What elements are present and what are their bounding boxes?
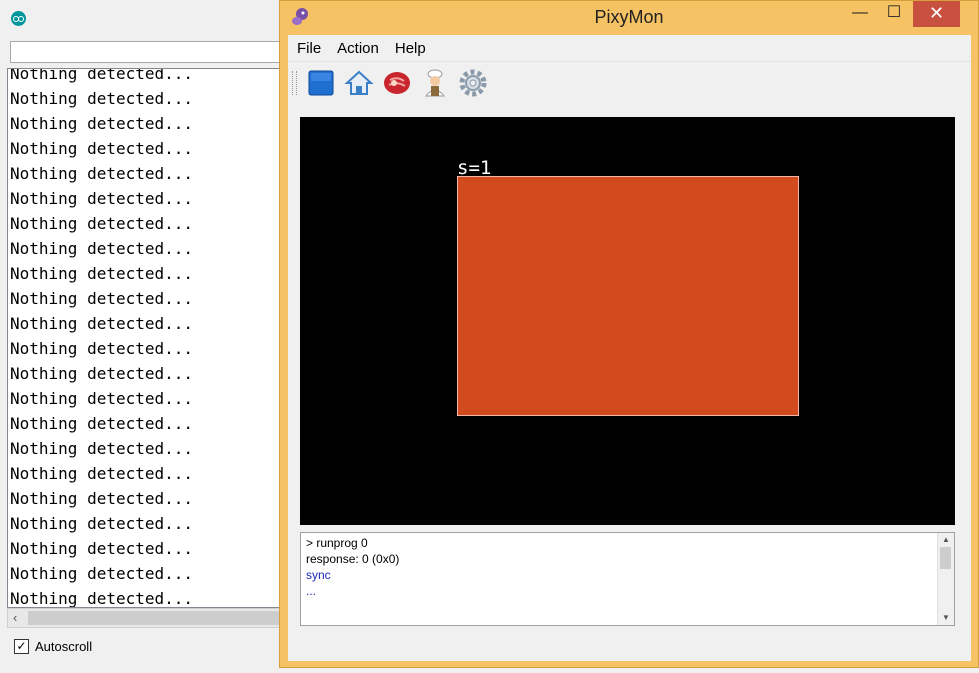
console-lines: > runprog 0 response: 0 (0x0) sync...: [306, 535, 399, 599]
serial-line: Nothing detected...: [10, 139, 194, 158]
serial-line: Nothing detected...: [10, 339, 194, 358]
stop-icon[interactable]: [306, 68, 336, 98]
serial-line: Nothing detected...: [10, 489, 194, 508]
pixymon-window: PixyMon — ☐ ✕ File Action Help s=1 > run…: [279, 0, 979, 668]
console-line: sync: [306, 568, 331, 582]
serial-lines: Nothing detected... Nothing detected... No…: [10, 68, 194, 608]
serial-send-input[interactable]: [10, 41, 310, 63]
pixymon-titlebar[interactable]: PixyMon — ☐ ✕: [280, 1, 978, 35]
serial-line: Nothing detected...: [10, 189, 194, 208]
serial-output[interactable]: Nothing detected... Nothing detected... No…: [7, 68, 307, 608]
scroll-left-icon[interactable]: ‹: [13, 610, 17, 625]
serial-line: Nothing detected...: [10, 89, 194, 108]
menu-action[interactable]: Action: [330, 40, 386, 57]
scroll-down-icon[interactable]: ▼: [938, 611, 954, 625]
serial-line: Nothing detected...: [10, 414, 194, 433]
autoscroll-toggle[interactable]: ✓ Autoscroll: [14, 637, 92, 655]
serial-line: Nothing detected...: [10, 589, 194, 608]
serial-line: Nothing detected...: [10, 539, 194, 558]
autoscroll-checkbox[interactable]: ✓: [14, 638, 29, 654]
menu-file[interactable]: File: [290, 40, 328, 57]
cooked-chef-icon[interactable]: [420, 68, 450, 98]
serial-line: Nothing detected...: [10, 214, 194, 233]
console-line: > runprog 0: [306, 536, 368, 550]
serial-line: Nothing detected...: [10, 68, 194, 83]
console-line: ...: [306, 584, 317, 598]
serial-line: Nothing detected...: [10, 439, 194, 458]
minimize-button[interactable]: —: [843, 1, 877, 27]
serial-line: Nothing detected...: [10, 239, 194, 258]
serial-line: Nothing detected...: [10, 514, 194, 533]
serial-line: Nothing detected...: [10, 289, 194, 308]
horizontal-scrollbar[interactable]: ‹: [7, 608, 308, 628]
toolbar: [288, 63, 971, 103]
serial-line: Nothing detected...: [10, 564, 194, 583]
close-button[interactable]: ✕: [913, 1, 960, 27]
serial-line: Nothing detected...: [10, 314, 194, 333]
menubar: File Action Help: [288, 35, 971, 62]
scrollbar-thumb[interactable]: [940, 547, 951, 569]
serial-line: Nothing detected...: [10, 114, 194, 133]
scroll-up-icon[interactable]: ▲: [938, 533, 954, 547]
detected-blob: [457, 176, 799, 416]
settings-icon[interactable]: [458, 68, 488, 98]
console-output[interactable]: > runprog 0 response: 0 (0x0) sync... ▲ ▼: [300, 532, 955, 626]
maximize-button[interactable]: ☐: [877, 1, 911, 27]
pixymon-client: File Action Help s=1 > runprog 0 respons…: [288, 35, 971, 661]
toolbar-grip[interactable]: [292, 71, 297, 95]
arduino-icon: [11, 11, 26, 26]
vertical-scrollbar[interactable]: ▲ ▼: [937, 533, 954, 625]
video-view[interactable]: s=1: [300, 117, 955, 525]
raw-meat-icon[interactable]: [382, 68, 412, 98]
serial-line: Nothing detected...: [10, 164, 194, 183]
serial-line: Nothing detected...: [10, 264, 194, 283]
autoscroll-label: Autoscroll: [35, 638, 93, 654]
menu-help[interactable]: Help: [388, 40, 433, 57]
scrollbar-thumb[interactable]: [28, 611, 308, 625]
serial-line: Nothing detected...: [10, 389, 194, 408]
home-icon[interactable]: [344, 68, 374, 98]
serial-line: Nothing detected...: [10, 464, 194, 483]
console-line: response: 0 (0x0): [306, 552, 400, 566]
serial-line: Nothing detected...: [10, 364, 194, 383]
